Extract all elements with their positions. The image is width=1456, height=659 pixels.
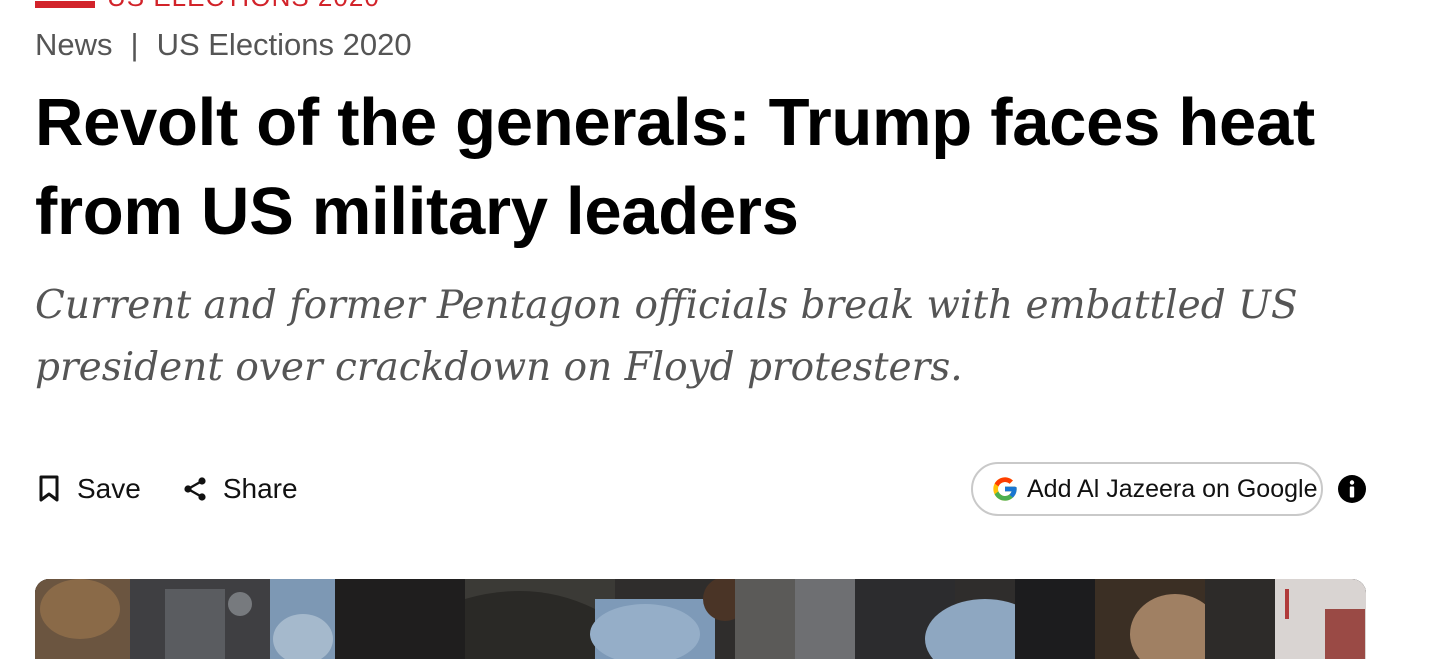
hero-image[interactable] xyxy=(35,579,1366,659)
info-icon[interactable] xyxy=(1337,474,1367,504)
share-button[interactable]: Share xyxy=(181,473,298,505)
share-label: Share xyxy=(222,473,298,504)
section-label: US ELECTIONS 2020 xyxy=(107,0,380,10)
add-al-jazeera-on-google-button[interactable]: Add Al Jazeera on Google xyxy=(971,462,1323,516)
protest-photo xyxy=(35,579,1366,659)
share-icon xyxy=(181,475,209,503)
breadcrumb: News | US Elections 2020 xyxy=(35,25,412,65)
save-button[interactable]: Save xyxy=(35,473,141,505)
article-subheadline: Current and former Pentagon officials br… xyxy=(35,283,1298,390)
breadcrumb-item-news[interactable]: News xyxy=(35,27,113,62)
save-label: Save xyxy=(77,473,141,504)
article-headline: Revolt of the generals: Trump faces heat… xyxy=(35,85,1315,249)
article-actions: Save Share xyxy=(35,466,338,512)
section-tag[interactable]: US ELECTIONS 2020 xyxy=(35,0,380,10)
section-accent-bar xyxy=(35,1,95,8)
google-g-icon xyxy=(991,475,1019,503)
breadcrumb-separator: | xyxy=(130,27,139,62)
bookmark-icon xyxy=(35,475,63,503)
breadcrumb-item-us-elections[interactable]: US Elections 2020 xyxy=(157,27,412,62)
google-button-label: Add Al Jazeera on Google xyxy=(1027,474,1318,503)
